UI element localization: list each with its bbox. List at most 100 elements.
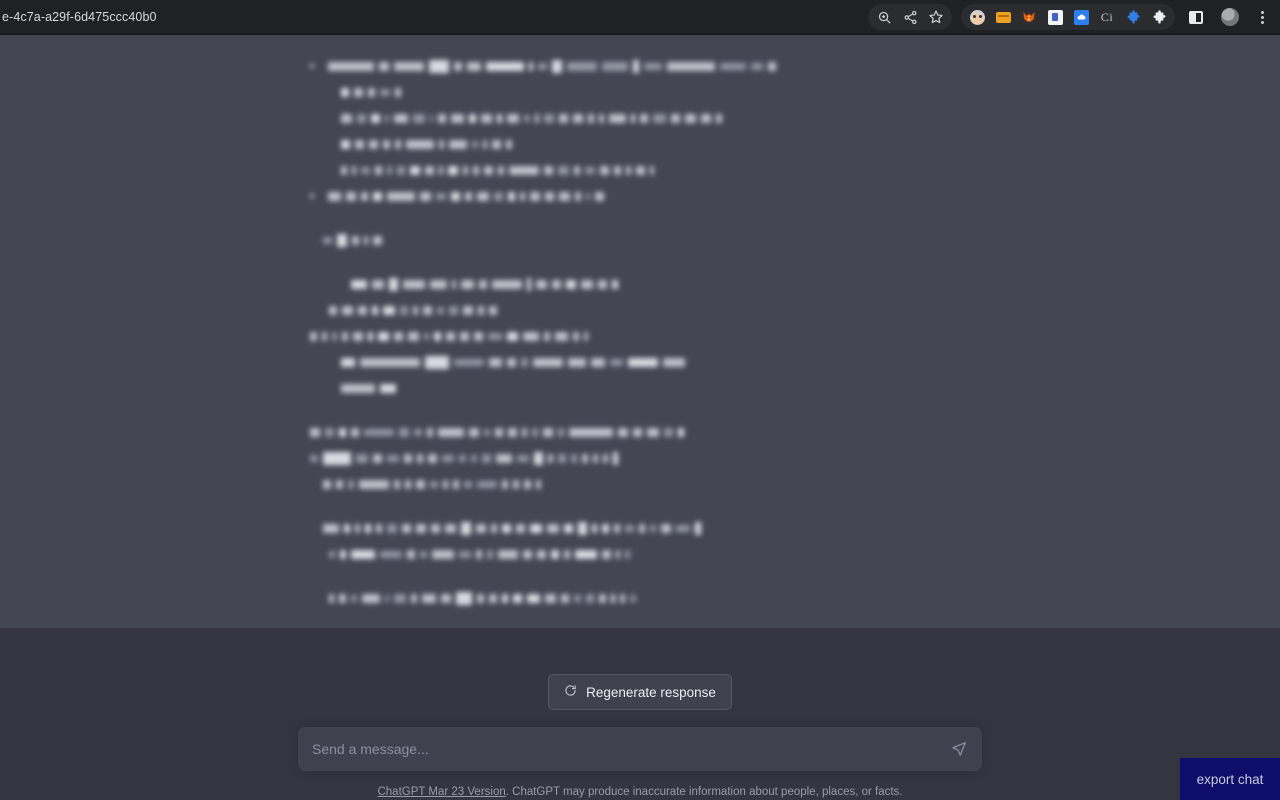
redacted-word bbox=[385, 594, 389, 602]
redacted-word bbox=[325, 427, 334, 437]
redacted-word bbox=[564, 523, 573, 533]
regenerate-response-button[interactable]: Regenerate response bbox=[548, 674, 732, 710]
redacted-word bbox=[751, 62, 763, 70]
footer-disclaimer: ChatGPT Mar 23 Version. ChatGPT may prod… bbox=[0, 771, 1280, 798]
ci-extension-icon[interactable]: Ci bbox=[1095, 5, 1119, 29]
redacted-word bbox=[667, 61, 715, 71]
redacted-word bbox=[664, 427, 673, 437]
redacted-word bbox=[361, 191, 368, 201]
redacted-text-line bbox=[310, 419, 930, 445]
redacted-word bbox=[508, 427, 517, 437]
redacted-word bbox=[423, 305, 432, 315]
redacted-word bbox=[581, 279, 593, 289]
bookmark-star-icon[interactable] bbox=[924, 5, 948, 29]
redacted-word bbox=[545, 191, 554, 201]
redacted-word bbox=[431, 523, 440, 533]
redacted-word bbox=[329, 593, 334, 603]
redacted-word bbox=[507, 331, 518, 341]
redacted-word bbox=[408, 331, 419, 341]
redacted-word bbox=[573, 113, 583, 123]
redacted-word bbox=[488, 332, 502, 340]
fox-extension-icon[interactable] bbox=[1017, 5, 1041, 29]
send-paper-plane-icon[interactable] bbox=[946, 736, 972, 762]
address-bar-url[interactable]: e-4c7a-a29f-6d475ccc40b0 bbox=[0, 10, 157, 24]
profile-avatar-icon[interactable] bbox=[1218, 5, 1242, 29]
redacted-word bbox=[441, 593, 451, 603]
message-input[interactable] bbox=[298, 741, 982, 757]
redacted-word bbox=[575, 191, 581, 201]
chrome-menu-icon[interactable] bbox=[1250, 5, 1274, 29]
redacted-word bbox=[524, 479, 531, 489]
redacted-text-line bbox=[310, 271, 930, 297]
zoom-icon[interactable] bbox=[872, 5, 896, 29]
share-icon[interactable] bbox=[898, 5, 922, 29]
redacted-word bbox=[336, 479, 343, 489]
redacted-word bbox=[425, 355, 449, 369]
redacted-word bbox=[376, 523, 382, 533]
redacted-word bbox=[394, 61, 424, 71]
redacted-word bbox=[524, 114, 530, 122]
redacted-word bbox=[341, 383, 375, 393]
redacted-word bbox=[600, 165, 609, 175]
redacted-word bbox=[354, 87, 363, 97]
redacted-word bbox=[439, 165, 443, 175]
redacted-word bbox=[492, 139, 501, 149]
redacted-word bbox=[548, 453, 553, 463]
redacted-word bbox=[535, 113, 539, 123]
redacted-word bbox=[387, 191, 415, 201]
redacted-word bbox=[368, 87, 375, 97]
conversation-scroll-area[interactable] bbox=[0, 35, 1280, 628]
redacted-word bbox=[467, 61, 481, 71]
redacted-word bbox=[323, 451, 351, 465]
redacted-word bbox=[430, 279, 447, 289]
redacted-word bbox=[602, 523, 609, 533]
redacted-word bbox=[487, 549, 493, 559]
list-bullet-marker bbox=[310, 194, 314, 198]
redacted-word bbox=[578, 521, 587, 535]
redacted-word bbox=[592, 523, 597, 533]
redacted-word bbox=[639, 523, 645, 533]
redacted-word bbox=[342, 331, 348, 341]
redacted-word bbox=[768, 61, 776, 71]
redacted-word bbox=[477, 191, 489, 201]
export-chat-button[interactable]: export chat bbox=[1180, 758, 1280, 800]
redacted-word bbox=[351, 279, 367, 289]
redacted-word bbox=[351, 427, 359, 437]
redacted-word bbox=[558, 165, 569, 175]
redacted-word bbox=[552, 279, 561, 289]
redacted-word bbox=[405, 479, 411, 489]
redacted-word bbox=[352, 235, 359, 245]
redacted-word bbox=[676, 524, 690, 532]
redacted-word bbox=[507, 357, 516, 367]
redacted-word bbox=[430, 480, 438, 488]
version-link[interactable]: ChatGPT Mar 23 Version bbox=[377, 786, 505, 798]
redacted-word bbox=[341, 357, 355, 367]
redacted-word bbox=[387, 454, 399, 462]
document-extension-icon[interactable] bbox=[1043, 5, 1067, 29]
side-panel-icon[interactable] bbox=[1184, 5, 1208, 29]
redacted-word bbox=[653, 113, 666, 123]
redacted-word bbox=[640, 113, 648, 123]
redacted-word bbox=[407, 549, 415, 559]
blue-puzzle-extension-icon[interactable] bbox=[1121, 5, 1145, 29]
redacted-word bbox=[430, 114, 433, 122]
redacted-word bbox=[492, 279, 522, 289]
orange-card-extension-icon[interactable] bbox=[991, 5, 1015, 29]
face-extension-icon[interactable] bbox=[965, 5, 989, 29]
redacted-word bbox=[452, 279, 456, 289]
redacted-word bbox=[394, 113, 408, 123]
redacted-word bbox=[636, 165, 645, 175]
redacted-word bbox=[429, 59, 449, 73]
browser-toolbar-right: Ci bbox=[868, 0, 1280, 34]
blue-cloud-extension-icon[interactable] bbox=[1069, 5, 1093, 29]
redacted-word bbox=[422, 593, 436, 603]
redacted-word bbox=[351, 549, 375, 559]
message-input-box[interactable] bbox=[298, 727, 982, 771]
list-bullet-marker bbox=[310, 64, 314, 68]
white-puzzle-extensions-icon[interactable] bbox=[1147, 5, 1171, 29]
redacted-word bbox=[400, 305, 408, 315]
redacted-word bbox=[564, 549, 570, 559]
redacted-word bbox=[372, 305, 378, 315]
redacted-word bbox=[650, 524, 656, 532]
redacted-word bbox=[406, 139, 434, 149]
